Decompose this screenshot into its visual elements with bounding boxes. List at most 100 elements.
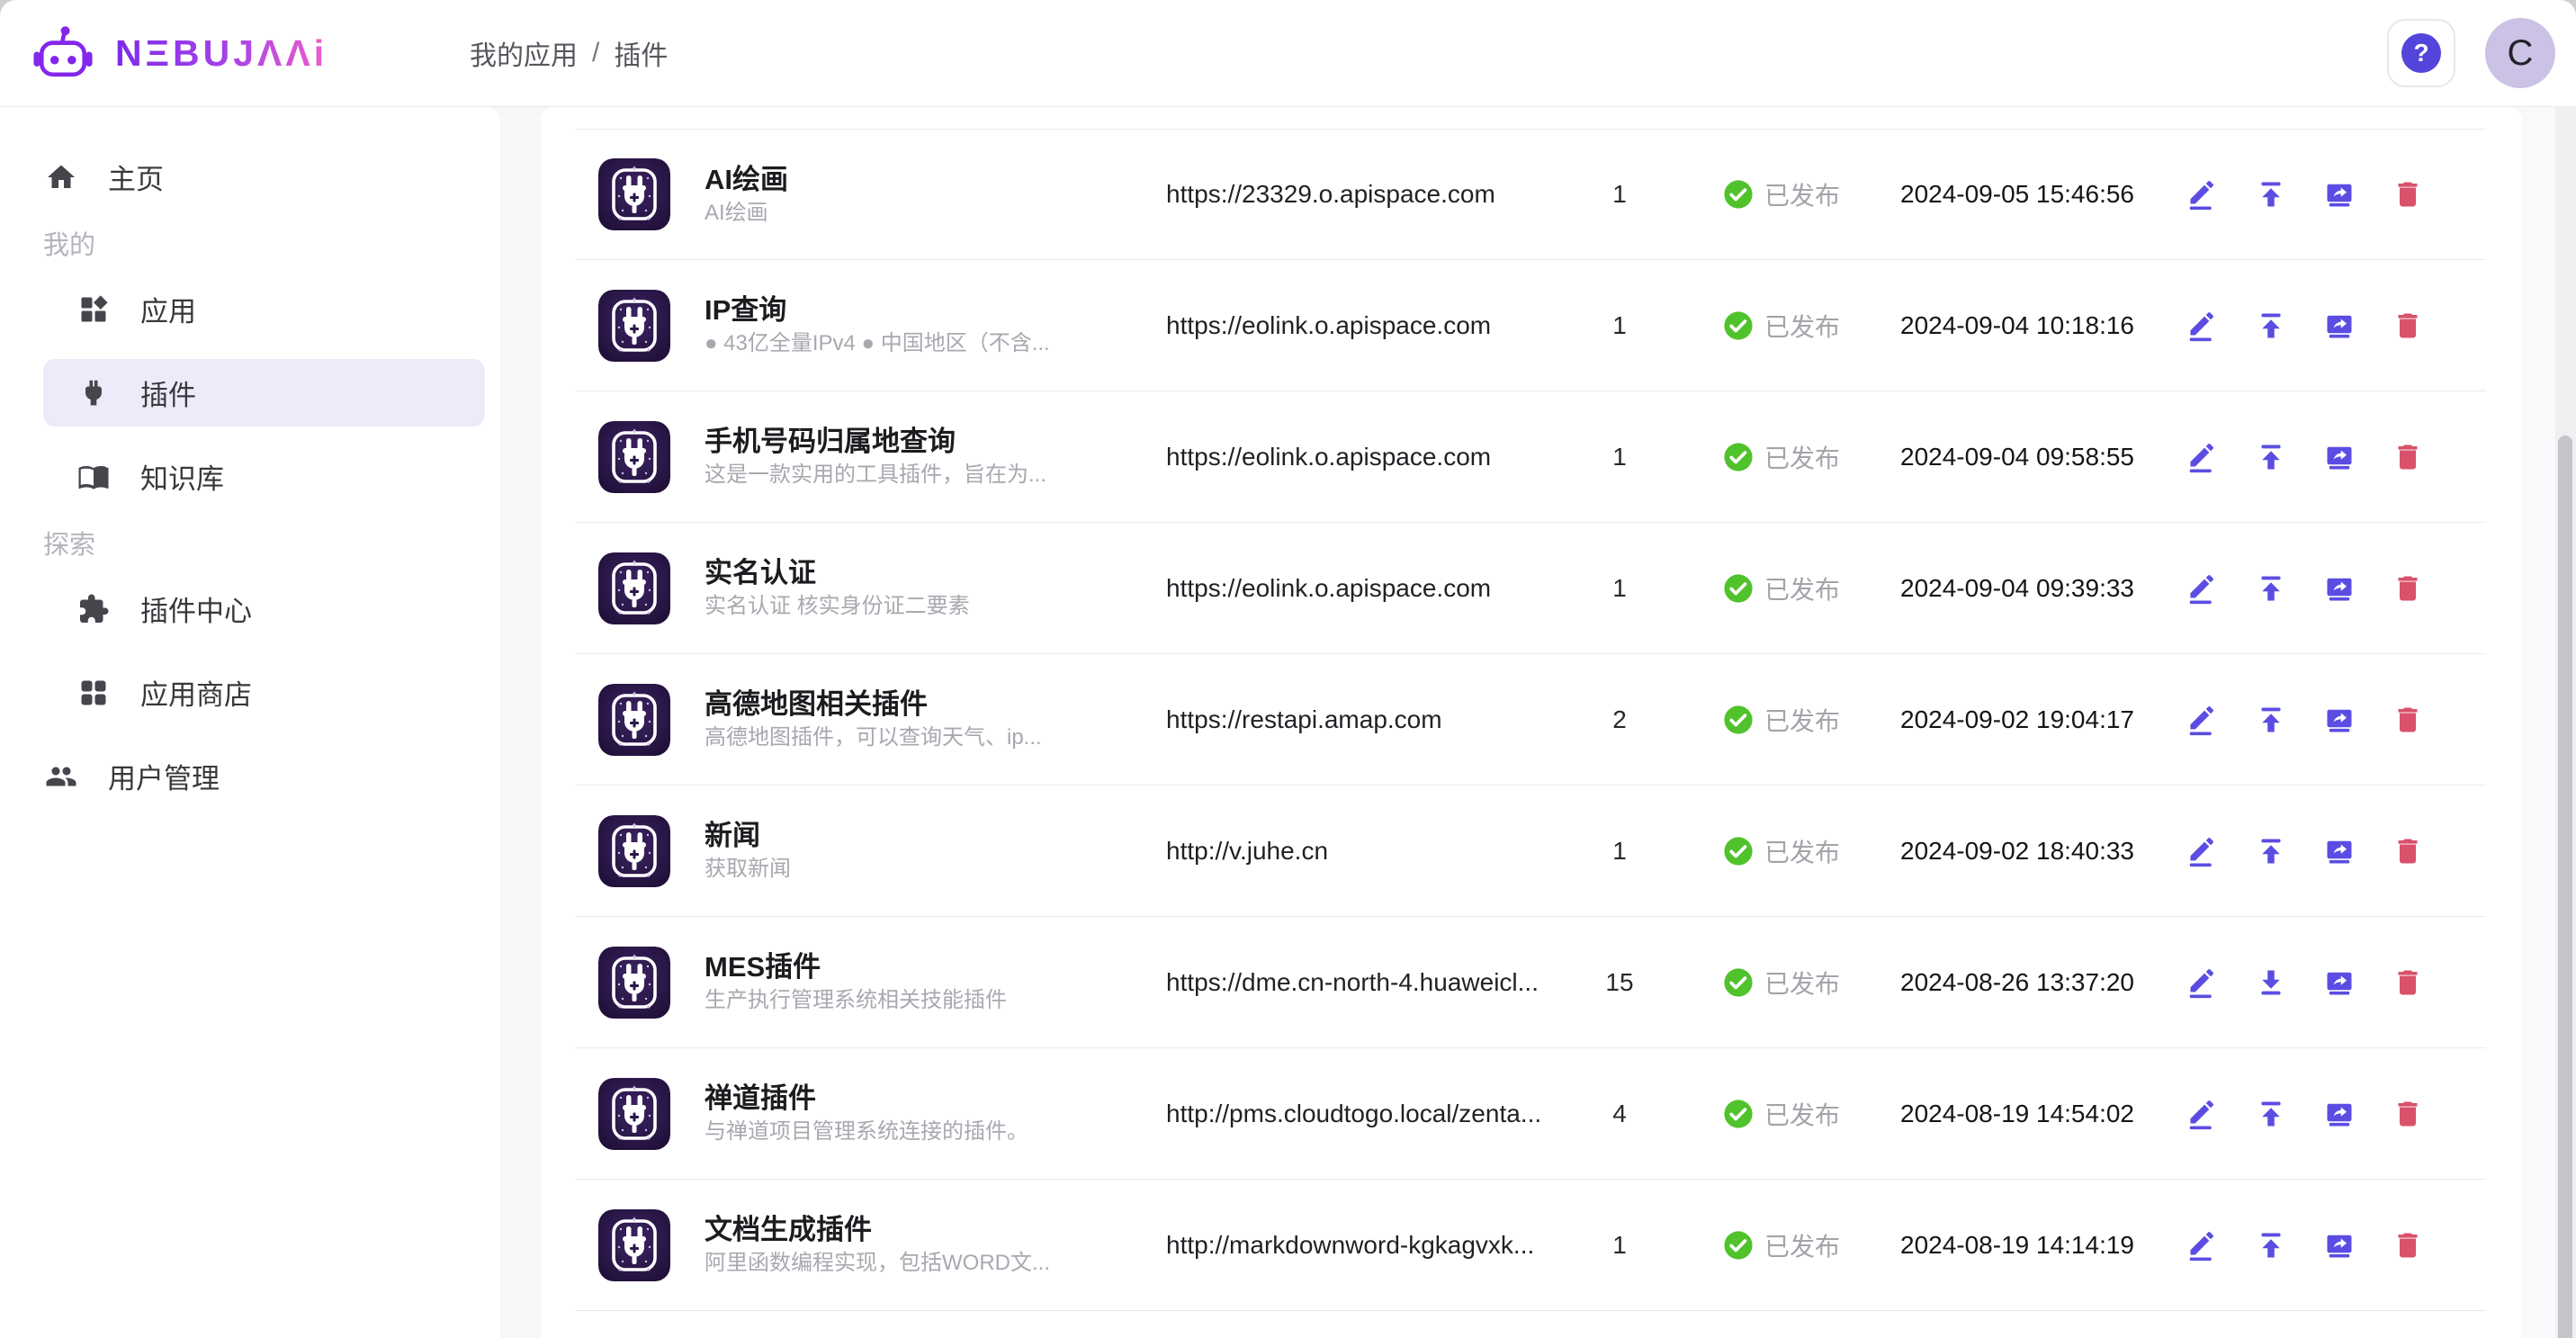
status-cell: 已发布: [1674, 965, 1889, 1001]
edit-button[interactable]: [2186, 310, 2219, 342]
delete-icon: [2392, 1098, 2424, 1130]
edit-button[interactable]: [2186, 835, 2219, 867]
edit-button[interactable]: [2186, 966, 2219, 999]
plugin-url: https://eolink.o.apispace.com: [1152, 574, 1566, 603]
status-badge: 已发布: [1764, 176, 1840, 212]
user-avatar[interactable]: C: [2485, 18, 2555, 88]
sidebar-item-label: 知识库: [140, 456, 224, 497]
share-button[interactable]: [2323, 310, 2356, 342]
sidebar-nav: 主页我的应用插件知识库探索插件中心应用商店用户管理: [43, 143, 485, 810]
status-badge: 已发布: [1764, 965, 1840, 1001]
plugin-tile-icon: [598, 1078, 670, 1150]
share-button[interactable]: [2323, 835, 2356, 867]
status-cell: 已发布: [1674, 833, 1889, 869]
plugin-tile-icon: [598, 684, 670, 756]
book-icon: [76, 459, 112, 495]
upload-icon: [2255, 178, 2287, 211]
sidebar-item-plugin-center[interactable]: 插件中心: [43, 575, 485, 642]
upload-button[interactable]: [2255, 835, 2287, 867]
row-actions: [2123, 1098, 2486, 1130]
share-button[interactable]: [2323, 966, 2356, 999]
plugin-name-cell: 新闻获取新闻: [575, 815, 1152, 887]
plugin-description: AI绘画: [705, 198, 788, 228]
table-row: 新闻获取新闻http://v.juhe.cn1已发布2024-09-02 18:…: [575, 786, 2486, 917]
sidebar-item-knowledge-base[interactable]: 知识库: [43, 443, 485, 510]
share-button[interactable]: [2323, 178, 2356, 211]
share-button[interactable]: [2323, 1098, 2356, 1130]
scrollbar-track[interactable]: [2555, 107, 2576, 1338]
plugin-name-text: IP查询● 43亿全量IPv4 ● 中国地区（不含...: [705, 292, 1050, 358]
edit-button[interactable]: [2186, 704, 2219, 736]
share-icon: [2323, 1098, 2356, 1130]
plugin-tile-icon: [598, 158, 670, 230]
app-window: NΞBUJΛΛi 我的应用 / 插件 ? C 主页我的应用插件知识库探索插件中心…: [0, 0, 2576, 1338]
upload-button[interactable]: [2255, 704, 2287, 736]
plugin-title: 实名认证: [705, 555, 970, 591]
sidebar-item-label: 应用: [140, 289, 196, 329]
delete-button[interactable]: [2392, 1229, 2424, 1262]
upload-button[interactable]: [2255, 572, 2287, 605]
status-cell: 已发布: [1674, 1227, 1889, 1263]
updated-timestamp: 2024-08-19 14:54:02: [1889, 1100, 2123, 1128]
plugin-description: 高德地图插件，可以查询天气、ip...: [705, 723, 1042, 752]
upload-button[interactable]: [2255, 1098, 2287, 1130]
edit-button[interactable]: [2186, 572, 2219, 605]
share-button[interactable]: [2323, 704, 2356, 736]
plugin-title: 文档生成插件: [705, 1212, 1050, 1248]
plugin-name-text: AI绘画AI绘画: [705, 162, 788, 228]
scrollbar-thumb[interactable]: [2558, 436, 2572, 1338]
delete-button[interactable]: [2392, 572, 2424, 605]
puzzle-icon: [76, 591, 112, 627]
upload-icon: [2255, 704, 2287, 736]
upload-button[interactable]: [2255, 178, 2287, 211]
plugin-url: https://dme.cn-north-4.huaweicl...: [1152, 968, 1566, 997]
share-icon: [2323, 572, 2356, 605]
delete-button[interactable]: [2392, 310, 2424, 342]
upload-button[interactable]: [2255, 310, 2287, 342]
edit-button[interactable]: [2186, 178, 2219, 211]
edit-button[interactable]: [2186, 1229, 2219, 1262]
share-icon: [2323, 704, 2356, 736]
sidebar-item-app-store[interactable]: 应用商店: [43, 659, 485, 726]
plugin-count: 1: [1566, 837, 1674, 866]
sidebar-item-user-management[interactable]: 用户管理: [43, 742, 485, 810]
delete-button[interactable]: [2392, 1098, 2424, 1130]
check-circle-icon: [1723, 573, 1754, 604]
edit-icon: [2186, 704, 2219, 736]
edit-button[interactable]: [2186, 441, 2219, 473]
delete-button[interactable]: [2392, 835, 2424, 867]
sidebar-item-plugins[interactable]: 插件: [43, 359, 485, 427]
plugin-name-cell: MES插件生产执行管理系统相关技能插件: [575, 947, 1152, 1019]
upload-button[interactable]: [2255, 441, 2287, 473]
download-button[interactable]: [2255, 966, 2287, 999]
plugin-name-cell: 高德地图相关插件高德地图插件，可以查询天气、ip...: [575, 684, 1152, 756]
plugin-description: 实名认证 核实身份证二要素: [705, 591, 970, 621]
share-button[interactable]: [2323, 1229, 2356, 1262]
row-actions: [2123, 704, 2486, 736]
plugin-title: 手机号码归属地查询: [705, 424, 1046, 460]
delete-button[interactable]: [2392, 704, 2424, 736]
row-actions: [2123, 1229, 2486, 1262]
sidebar-item-home[interactable]: 主页: [43, 143, 485, 211]
edit-button[interactable]: [2186, 1098, 2219, 1130]
row-actions: [2123, 572, 2486, 605]
share-button[interactable]: [2323, 441, 2356, 473]
delete-button[interactable]: [2392, 178, 2424, 211]
brand-logo[interactable]: NΞBUJΛΛi: [32, 25, 470, 81]
home-icon: [43, 159, 79, 195]
delete-button[interactable]: [2392, 441, 2424, 473]
share-button[interactable]: [2323, 572, 2356, 605]
status-cell: 已发布: [1674, 308, 1889, 344]
delete-button[interactable]: [2392, 966, 2424, 999]
sidebar-item-apps[interactable]: 应用: [43, 275, 485, 343]
row-actions: [2123, 310, 2486, 342]
status-badge: 已发布: [1764, 702, 1840, 738]
plugin-name-cell: 文档生成插件阿里函数编程实现，包括WORD文...: [575, 1209, 1152, 1281]
brand-wordmark: NΞBUJΛΛi: [115, 32, 328, 75]
upload-button[interactable]: [2255, 1229, 2287, 1262]
delete-icon: [2392, 966, 2424, 999]
breadcrumb-parent[interactable]: 我的应用: [470, 33, 578, 73]
help-button[interactable]: ?: [2387, 19, 2455, 87]
plugin-name-cell: 手机号码归属地查询这是一款实用的工具插件，旨在为...: [575, 421, 1152, 493]
table-row: AI绘画AI绘画https://23329.o.apispace.com1已发布…: [575, 129, 2486, 260]
